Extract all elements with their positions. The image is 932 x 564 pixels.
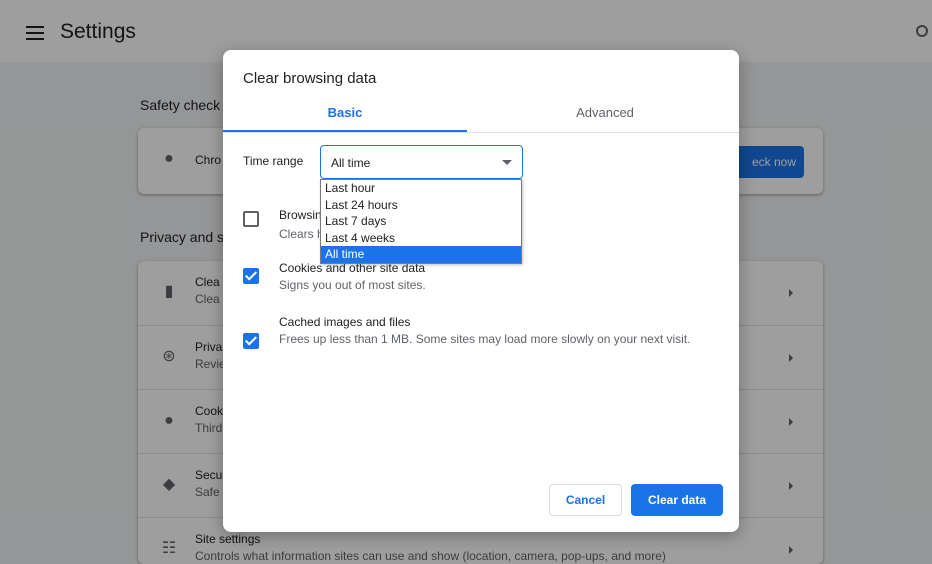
time-range-value: All time [331,156,371,170]
option-title: Cached images and files [279,315,411,329]
tab-advanced[interactable]: Advanced [483,105,727,120]
clear-browsing-data-dialog: Clear browsing data Basic Advanced Time … [223,50,739,532]
time-range-label: Time range [243,154,304,168]
cancel-button[interactable]: Cancel [549,484,622,516]
browsing-history-checkbox[interactable] [243,211,259,227]
cached-images-option[interactable]: Cached images and files Frees up less th… [243,315,723,375]
clear-data-button[interactable]: Clear data [631,484,723,516]
time-range-dropdown-list: Last hour Last 24 hours Last 7 days Last… [320,179,522,264]
tab-basic[interactable]: Basic [223,105,467,120]
time-range-option[interactable]: Last 4 weeks [321,230,521,247]
time-range-select[interactable]: All time [320,145,523,179]
cached-images-checkbox[interactable] [243,333,259,349]
time-range-option[interactable]: Last hour [321,180,521,197]
time-range-option[interactable]: Last 7 days [321,213,521,230]
time-range-option[interactable]: Last 24 hours [321,197,521,214]
time-range-option-selected[interactable]: All time [321,246,521,263]
option-subtitle: Signs you out of most sites. [279,278,426,292]
option-subtitle: Frees up less than 1 MB. Some sites may … [279,332,691,346]
caret-down-icon [502,160,512,165]
tab-divider [223,132,739,133]
cookies-option[interactable]: Cookies and other site data Signs you ou… [243,261,723,301]
cookies-checkbox[interactable] [243,268,259,284]
dialog-title: Clear browsing data [243,70,377,87]
